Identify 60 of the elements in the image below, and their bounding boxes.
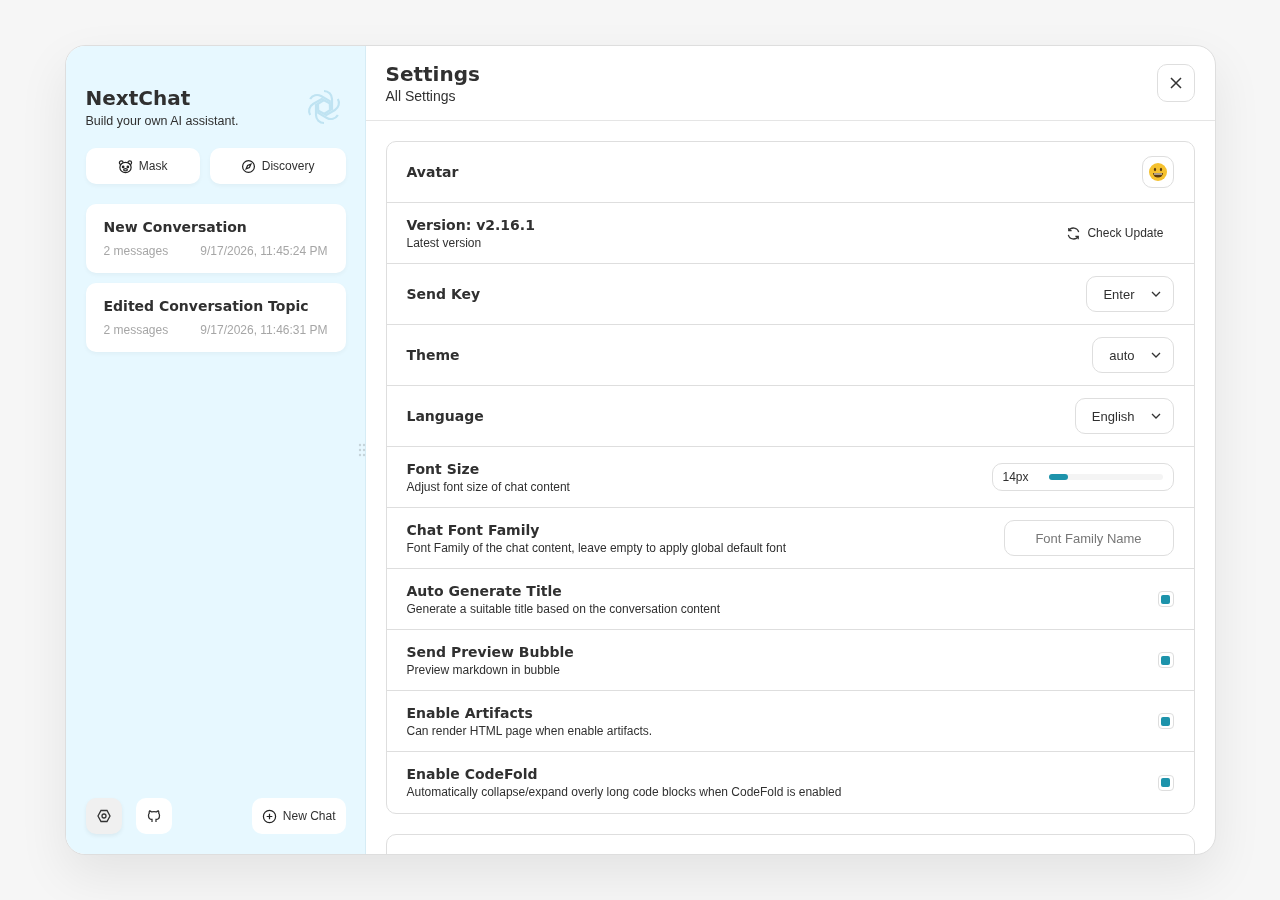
drag-handle-icon[interactable] [357,443,366,457]
setting-title: Avatar [406,164,459,180]
page-subtitle: All Settings [385,88,457,104]
chevron-down-icon [1150,352,1161,358]
github-button[interactable] [135,798,172,834]
cat-head-icon [145,808,162,824]
checkbox[interactable] [1157,774,1174,791]
chat-item[interactable]: Edited Conversation Topic 2 messages 9/17/2026, 11:46:31 PM [85,283,346,352]
setting-title: Chat Font Family [406,521,541,538]
checkbox[interactable] [1157,591,1174,607]
setting-title: Language [406,408,484,424]
compass-icon [240,158,256,174]
setting-title: Enable Artifacts [406,704,534,721]
setting-description: Preview markdown in bubble [406,662,561,677]
page-title: Settings [385,62,480,86]
app-subtitle: Build your own AI assistant. [85,114,239,128]
bear-face-icon [117,158,133,174]
close-icon [1168,76,1183,90]
chat-time: 9/17/2026, 11:45:24 PM [200,244,328,258]
app-title: NextChat [85,86,192,110]
new-chat-button[interactable]: New Chat [251,798,346,834]
setting-title: Version: v2.16.1 [406,216,535,233]
setting-description: Adjust font size of chat content [406,479,570,494]
checkbox[interactable] [1157,713,1174,729]
settings-button[interactable] [85,798,122,834]
chat-title: Edited Conversation Topic [103,298,310,314]
setting-title: Theme [406,347,460,363]
chevron-down-icon [1150,291,1161,297]
setting-description: Can render HTML page when enable artifacts. [406,723,653,738]
avatar-button[interactable] [1141,156,1174,188]
font-family-field[interactable]: Font Family Name [1003,520,1174,556]
message-count: 2 messages [103,244,169,258]
smiley-icon [1147,162,1168,182]
slider-track[interactable] [1048,474,1163,480]
mask-button[interactable]: Mask [85,148,200,184]
setting-title: Send Preview Bubble [406,643,574,660]
slider-reading: 14px [1002,470,1029,484]
setting-title: Send Key [406,286,481,302]
discovery-button[interactable]: Discovery [209,148,346,184]
setting-title: Font Size [406,460,481,477]
select-dropdown[interactable]: English [1074,398,1174,434]
checkbox[interactable] [1157,652,1174,668]
refresh-icon [1066,225,1082,241]
setting-description: Automatically collapse/expand overly long code blocks when CodeFold is enabled [406,785,842,799]
chevron-down-icon [1150,413,1161,419]
chat-item[interactable]: New Conversation 2 messages 9/17/2026, 11:45:24 PM [85,204,346,273]
select-dropdown[interactable]: auto [1092,337,1174,373]
setting-description: Latest version [406,235,483,250]
chat-title: New Conversation [103,219,248,235]
setting-description: Font Family of the chat content, leave empty to apply global default font [406,540,787,555]
settings-icon [95,808,112,824]
message-count: 2 messages [103,323,169,337]
setting-description: Generate a suitable title based on the conversation content [406,601,721,616]
chat-time: 9/17/2026, 11:46:31 PM [200,323,328,337]
check-update-button[interactable]: Check Update [1056,217,1174,249]
setting-title: Enable CodeFold [406,766,539,782]
select-dropdown[interactable]: Enter [1086,276,1174,312]
plus-circle-icon [261,808,277,824]
close-button[interactable] [1156,64,1195,102]
setting-title: Auto Generate Title [406,582,563,599]
